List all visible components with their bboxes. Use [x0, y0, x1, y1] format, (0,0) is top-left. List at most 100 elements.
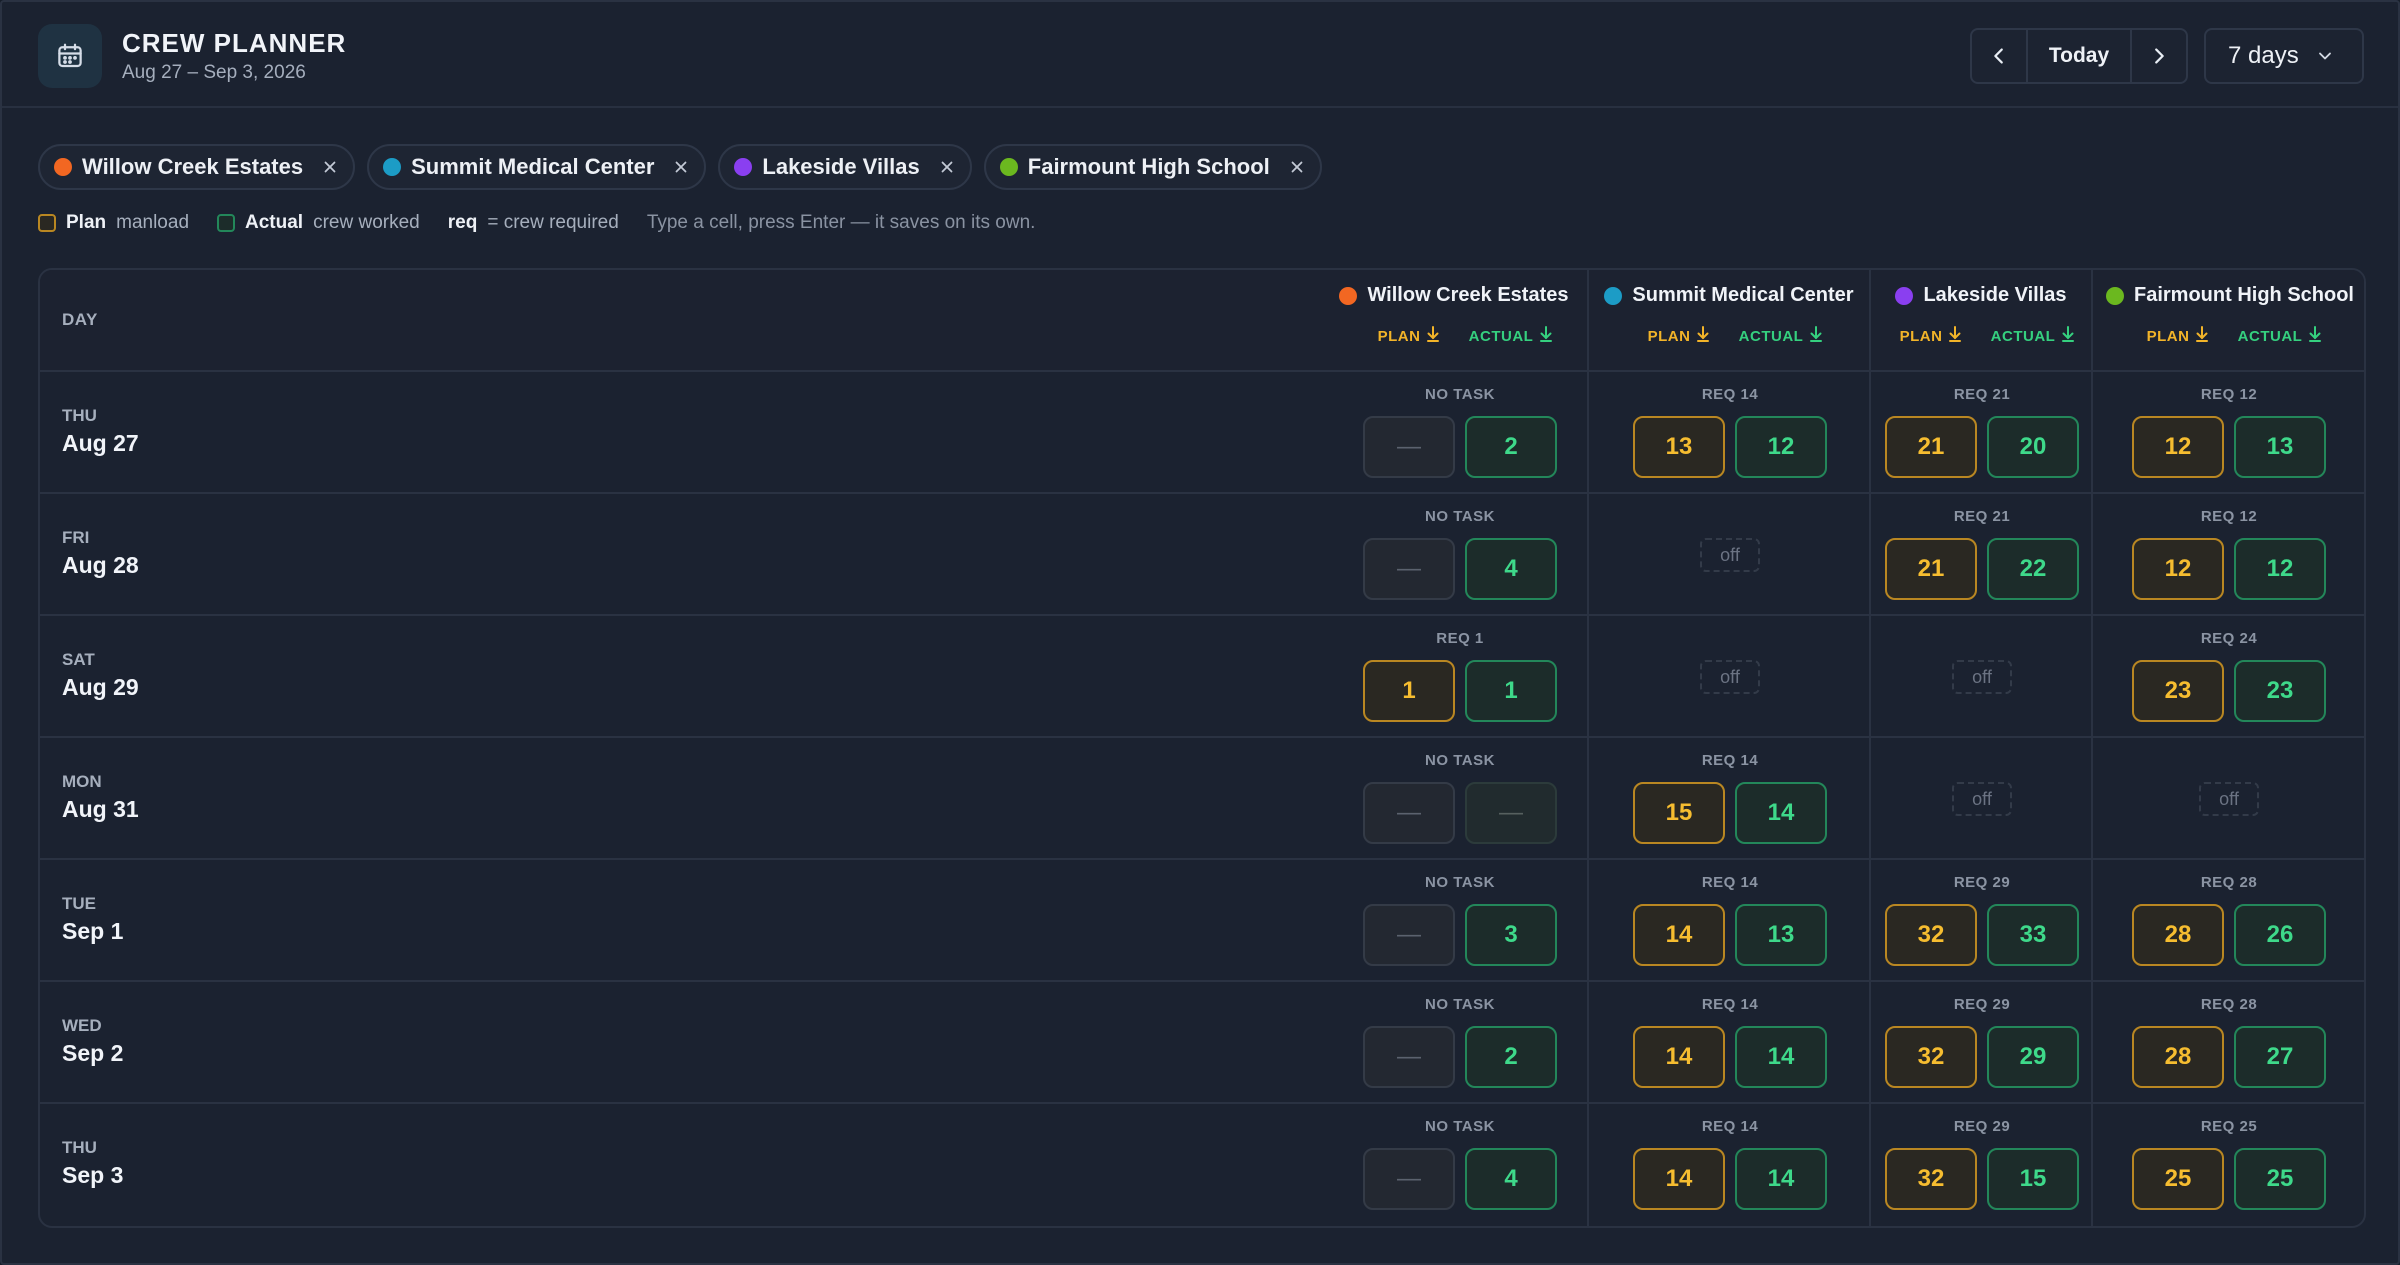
column-divider [2091, 270, 2093, 1226]
legend-actual-desc: crew worked [313, 212, 420, 233]
required-crew-label: REQ 29 [1953, 1118, 2011, 1135]
plan-cell-input[interactable]: 14 [1633, 1026, 1725, 1088]
actual-cell-input[interactable]: 2 [1465, 1026, 1557, 1088]
required-crew-label: REQ 21 [1953, 508, 2011, 525]
legend-actual-label: Actual [245, 212, 304, 233]
site-color-dot [54, 158, 72, 176]
chevron-left-icon [1994, 48, 2003, 64]
required-crew-label: NO TASK [1425, 752, 1495, 769]
plan-sort-header[interactable]: PLAN [2128, 326, 2228, 346]
actual-cell-input[interactable]: 1 [1465, 660, 1557, 722]
plan-sort-header[interactable]: PLAN [1629, 326, 1729, 346]
actual-cell-input[interactable]: 33 [1987, 904, 2079, 966]
next-button[interactable] [2132, 30, 2186, 82]
required-crew-label: REQ 28 [2200, 874, 2258, 891]
plan-cell-input[interactable]: — [1363, 1148, 1455, 1210]
actual-cell-input[interactable]: 27 [2234, 1026, 2326, 1088]
plan-cell-input[interactable]: 15 [1633, 782, 1725, 844]
range-select-value: 7 days [2228, 42, 2299, 69]
plan-cell-input[interactable]: — [1363, 1026, 1455, 1088]
required-crew-label: REQ 29 [1953, 996, 2011, 1013]
site-chip-lakeside-villas[interactable]: Lakeside Villas [718, 144, 972, 190]
actual-cell-input[interactable]: 4 [1465, 538, 1557, 600]
required-crew-label: REQ 14 [1701, 1118, 1759, 1135]
plan-cell-input[interactable]: 23 [2132, 660, 2224, 722]
actual-cell-input[interactable]: 4 [1465, 1148, 1557, 1210]
actual-header-label: ACTUAL [1990, 327, 2056, 345]
required-crew-label: REQ 25 [2200, 1118, 2258, 1135]
actual-cell-input[interactable]: 14 [1735, 1026, 1827, 1088]
actual-cell-input[interactable]: 25 [2234, 1148, 2326, 1210]
site-chip-summit-medical-center[interactable]: Summit Medical Center [367, 144, 707, 190]
actual-cell-input[interactable]: 15 [1987, 1148, 2079, 1210]
plan-cell-input[interactable]: 14 [1633, 904, 1725, 966]
plan-sort-header[interactable]: PLAN [1359, 326, 1459, 346]
previous-button[interactable] [1972, 30, 2028, 82]
actual-sort-header[interactable]: ACTUAL [2230, 326, 2330, 346]
actual-header-label: ACTUAL [1468, 327, 1534, 345]
range-select[interactable]: 7 days [2204, 28, 2364, 84]
actual-cell-input[interactable]: 3 [1465, 904, 1557, 966]
column-site-label: Fairmount High School [2134, 284, 2354, 306]
plan-cell-input[interactable]: 21 [1885, 416, 1977, 478]
legend-actual: Actual crew worked [217, 212, 420, 234]
actual-cell-input[interactable]: 22 [1987, 538, 2079, 600]
close-icon[interactable] [938, 158, 956, 176]
header: CREW PLANNER Aug 27 – Sep 3, 2026 Today … [2, 2, 2398, 108]
plan-cell-input[interactable]: 28 [2132, 1026, 2224, 1088]
actual-cell-input[interactable]: 13 [2234, 416, 2326, 478]
row-date: Aug 29 [62, 674, 139, 700]
plan-cell-input[interactable]: 14 [1633, 1148, 1725, 1210]
plan-header-label: PLAN [1377, 327, 1421, 345]
column-site-name: Summit Medical Center [1588, 284, 1870, 307]
actual-cell-input[interactable]: 12 [2234, 538, 2326, 600]
site-chip-willow-creek-estates[interactable]: Willow Creek Estates [38, 144, 356, 190]
close-icon[interactable] [321, 158, 339, 176]
plan-cell-input[interactable]: — [1363, 538, 1455, 600]
site-chip-label: Summit Medical Center [411, 154, 655, 179]
plan-sort-header[interactable]: PLAN [1881, 326, 1981, 346]
plan-cell-input[interactable]: 21 [1885, 538, 1977, 600]
actual-cell-input[interactable]: — [1465, 782, 1557, 844]
plan-cell-input[interactable]: 12 [2132, 538, 2224, 600]
plan-cell-input[interactable]: — [1363, 904, 1455, 966]
column-header-fairmount-high-school: Fairmount High School PLAN ACTUAL [2092, 270, 2364, 372]
plan-cell-input[interactable]: — [1363, 782, 1455, 844]
date-navigation: Today [1970, 28, 2188, 84]
actual-cell-input[interactable]: 2 [1465, 416, 1557, 478]
plan-cell-input[interactable]: 13 [1633, 416, 1725, 478]
required-crew-label: REQ 14 [1701, 874, 1759, 891]
plan-cell-input[interactable]: 32 [1885, 1148, 1977, 1210]
actual-cell-input[interactable]: 29 [1987, 1026, 2079, 1088]
required-crew-label: NO TASK [1425, 508, 1495, 525]
row-date: Aug 28 [62, 552, 139, 578]
column-site-name: Fairmount High School [2092, 284, 2364, 307]
actual-cell-input[interactable]: 14 [1735, 782, 1827, 844]
actual-sort-header[interactable]: ACTUAL [1461, 326, 1561, 346]
plan-cell-input[interactable]: 32 [1885, 904, 1977, 966]
required-crew-label: REQ 14 [1701, 996, 1759, 1013]
actual-cell-input[interactable]: 12 [1735, 416, 1827, 478]
plan-cell-input[interactable]: — [1363, 416, 1455, 478]
plan-cell-input[interactable]: 1 [1363, 660, 1455, 722]
close-icon[interactable] [672, 158, 690, 176]
actual-cell-input[interactable]: 26 [2234, 904, 2326, 966]
column-divider [1587, 270, 1589, 1226]
actual-cell-input[interactable]: 13 [1735, 904, 1827, 966]
actual-sort-header[interactable]: ACTUAL [1731, 326, 1831, 346]
actual-cell-input[interactable]: 14 [1735, 1148, 1827, 1210]
close-icon[interactable] [1288, 158, 1306, 176]
plan-cell-input[interactable]: 25 [2132, 1148, 2224, 1210]
row-day-of-week: TUE [62, 894, 96, 913]
site-color-dot [1604, 286, 1623, 305]
required-crew-label: NO TASK [1425, 874, 1495, 891]
required-crew-label: REQ 14 [1701, 752, 1759, 769]
plan-cell-input[interactable]: 28 [2132, 904, 2224, 966]
plan-cell-input[interactable]: 12 [2132, 416, 2224, 478]
plan-cell-input[interactable]: 32 [1885, 1026, 1977, 1088]
actual-cell-input[interactable]: 20 [1987, 416, 2079, 478]
site-chip-fairmount-high-school[interactable]: Fairmount High School [983, 144, 1322, 190]
actual-cell-input[interactable]: 23 [2234, 660, 2326, 722]
actual-sort-header[interactable]: ACTUAL [1983, 326, 2083, 346]
today-button[interactable]: Today [2028, 30, 2132, 82]
